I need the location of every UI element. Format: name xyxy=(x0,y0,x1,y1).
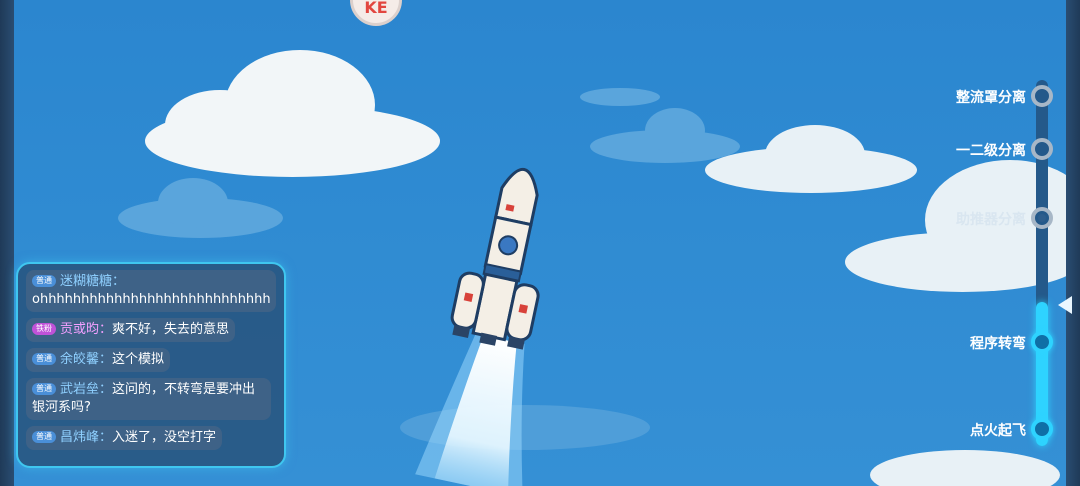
chat-message: 铁粉 贡或昀：爽不好，失去的意思 xyxy=(26,318,236,342)
chat-username: 迷糊糖糖： xyxy=(60,274,126,289)
stage-label-stage-separation: 一二级分离 xyxy=(956,143,1026,159)
chat-text: 这个模拟 xyxy=(112,352,165,367)
user-level-badge: 普通 xyxy=(32,353,56,365)
cloud-small-left xyxy=(118,178,283,240)
progress-pointer-icon xyxy=(1058,296,1072,314)
chat-text: ohhhhhhhhhhhhhhhhhhhhhhhhhhhh xyxy=(32,292,271,307)
user-level-badge: 普通 xyxy=(32,275,56,287)
stage-label-pitch-program: 程序转弯 xyxy=(970,336,1026,352)
left-frame xyxy=(0,0,14,486)
user-level-badge: 普通 xyxy=(32,431,56,443)
stage-node-liftoff[interactable] xyxy=(1031,418,1053,440)
user-level-badge: 铁粉 xyxy=(32,323,56,335)
chat-message: 普通 迷糊糖糖： ohhhhhhhhhhhhhhhhhhhhhhhhhhhh xyxy=(26,270,276,312)
right-frame xyxy=(1066,0,1080,486)
stage-label-booster-separation: 助推器分离 xyxy=(956,212,1026,228)
chat-text: 入迷了，没空打字 xyxy=(112,430,217,445)
ke-logo-text: KE xyxy=(364,0,388,17)
stage-node-booster-separation[interactable] xyxy=(1031,207,1053,229)
stage-node-pitch-program[interactable] xyxy=(1031,331,1053,353)
exhaust-flame xyxy=(415,333,525,486)
chat-message: 普通 武岩垒：这问的，不转弯是要冲出银河系吗? xyxy=(26,378,271,420)
chat-message: 普通 余皎馨：这个模拟 xyxy=(26,348,171,372)
stage-label-fairing: 整流罩分离 xyxy=(956,90,1026,106)
chat-username: 昌炜峰： xyxy=(60,430,113,445)
chat-text: 爽不好，失去的意思 xyxy=(112,322,230,337)
cloud-faint-top xyxy=(580,82,660,106)
stage-node-fairing[interactable] xyxy=(1031,85,1053,107)
chat-message: 普通 昌炜峰：入迷了，没空打字 xyxy=(26,426,223,450)
rocket xyxy=(415,167,540,486)
chat-username: 武岩垒： xyxy=(60,382,113,397)
stage-label-liftoff: 点火起飞 xyxy=(970,423,1026,439)
chat-username: 余皎馨： xyxy=(60,352,113,367)
chat-panel: 普通 迷糊糖糖： ohhhhhhhhhhhhhhhhhhhhhhhhhhhh 铁粉… xyxy=(16,262,286,468)
stage-node-stage-separation[interactable] xyxy=(1031,138,1053,160)
user-level-badge: 普通 xyxy=(32,383,56,395)
cloud-large-left xyxy=(145,50,445,180)
chat-username: 贡或昀： xyxy=(60,322,113,337)
cloud-bottom-right xyxy=(870,440,1060,486)
